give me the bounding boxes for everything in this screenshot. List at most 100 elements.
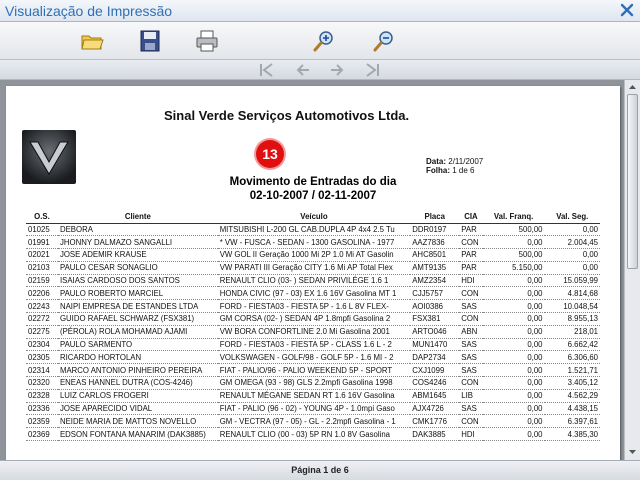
table-cell: GM OMEGA (93 - 98) GLS 2.2mpfi Gasolina …	[217, 376, 411, 390]
table-cell: PAULO ROBERTO MARCIEL	[57, 286, 218, 301]
table-cell: 02314	[26, 363, 58, 378]
open-folder-icon[interactable]	[80, 29, 104, 53]
table-cell: DDR0197	[410, 223, 460, 237]
table-cell: DAK3885	[410, 427, 460, 442]
table-cell: FSX381	[410, 312, 460, 326]
table-cell: ABN	[459, 325, 483, 339]
table-cell: CMK1776	[410, 414, 460, 429]
table-cell: 0,00	[544, 261, 600, 275]
table-cell: PAULO CESAR SONAGLIO	[57, 261, 218, 275]
preview-viewport: Sinal Verde Serviços Automotivos Ltda. 1…	[0, 80, 640, 464]
table-cell: SAS	[459, 350, 483, 365]
table-cell: 0,00	[482, 312, 545, 326]
vertical-scrollbar[interactable]	[624, 80, 640, 460]
table-cell: RENAULT CLIO (03- ) SEDAN PRIVILÉGE 1.6 …	[217, 274, 411, 288]
table-cell: 0,00	[482, 274, 545, 288]
table-cell: 500,00	[482, 223, 545, 237]
window-title: Visualização de Impressão	[5, 3, 173, 19]
table-cell: SAS	[459, 363, 483, 378]
table-cell: AAZ7836	[410, 235, 460, 250]
report-date: Data: 2/11/2007	[426, 157, 483, 166]
table-cell: 0,00	[544, 248, 600, 262]
table-cell: 01025	[26, 223, 58, 237]
table-cell: MITSUBISHI L-200 GL CAB.DUPLA 4P 4x4 2.5…	[217, 223, 411, 237]
table-row: 02304 PAULO SARMENTO FORD - FIESTA03 - FIE…	[26, 338, 600, 352]
table-cell: ENEAS HANNEL DUTRA (COS-4246)	[57, 376, 218, 390]
table-cell: 02320	[26, 376, 58, 390]
table-cell: CON	[459, 286, 483, 301]
table-cell: DEBORA	[57, 223, 218, 237]
table-cell: 2.004,45	[544, 235, 600, 250]
table-cell: CON	[459, 376, 483, 390]
next-page-icon[interactable]	[327, 61, 347, 79]
table-cell: HDI	[459, 427, 483, 442]
sheet-label: Folha:	[426, 166, 450, 175]
table-cell: 0,00	[482, 350, 545, 365]
table-cell: 0,00	[482, 286, 545, 301]
table-cell: PAR	[459, 261, 483, 275]
scroll-down-icon[interactable]	[626, 446, 639, 458]
printer-icon[interactable]	[195, 29, 219, 53]
column-header: Val. Franq.	[482, 210, 545, 224]
table-cell: AHC8501	[410, 248, 460, 262]
zoom-out-icon[interactable]	[372, 29, 396, 53]
company-name: Sinal Verde Serviços Automotivos Ltda.	[164, 108, 410, 123]
scrollbar-thumb[interactable]	[627, 94, 638, 269]
table-row: 02021 JOSE ADEMIR KRAUSE VW GOL II Geração…	[26, 248, 600, 262]
table-cell: VW BORA CONFORTLINE 2.0 Mi Gasolina 2001	[217, 325, 411, 339]
table-cell: 02272	[26, 312, 58, 326]
previous-page-icon[interactable]	[293, 61, 313, 79]
table-cell: CON	[459, 235, 483, 250]
table-cell: CON	[459, 414, 483, 429]
close-icon[interactable]	[620, 3, 634, 17]
table-cell: * VW - FUSCA - SEDAN - 1300 GASOLINA - 1…	[217, 235, 411, 250]
table-header-row: O.S. Cliente Veículo Placa CIA Val. Franq. Val…	[26, 210, 600, 224]
table-cell: 0,00	[482, 414, 545, 429]
first-page-icon[interactable]	[257, 61, 277, 79]
table-cell: 02359	[26, 414, 58, 429]
table-row: 02103 PAULO CESAR SONAGLIO VW PARATI III G…	[26, 261, 600, 275]
table-cell: HDI	[459, 274, 483, 288]
table-cell: SAS	[459, 402, 483, 416]
table-cell: PAR	[459, 223, 483, 237]
table-row: 02369 EDSON FONTANA MANARIM (DAK3885) RENA…	[26, 427, 600, 442]
column-header: Cliente	[57, 210, 218, 224]
table-cell: NEIDE MARIA DE MATTOS NOVELLO	[57, 414, 218, 429]
table-cell: 0,00	[482, 338, 545, 352]
table-cell: MUN1470	[410, 338, 460, 352]
table-cell: 0,00	[482, 376, 545, 390]
table-cell: 10.048,54	[544, 299, 600, 314]
table-cell: 4.385,30	[544, 427, 600, 442]
table-row: 02206 PAULO ROBERTO MARCIEL HONDA CIVIC (9…	[26, 286, 600, 301]
report-page: Sinal Verde Serviços Automotivos Ltda. 1…	[6, 86, 620, 464]
title-bar: Visualização de Impressão	[0, 0, 640, 22]
last-page-icon[interactable]	[362, 61, 382, 79]
table-cell: AMZ2354	[410, 274, 460, 288]
table-cell: 02243	[26, 299, 58, 314]
table-cell: 0,00	[482, 235, 545, 250]
table-row: 02272 GUIDO RAFAEL SCHWARZ (FSX381) GM COR…	[26, 312, 600, 326]
table-cell: LUIZ CARLOS FROGERI	[57, 389, 218, 403]
save-disk-icon[interactable]	[138, 29, 162, 53]
table-cell: 02336	[26, 402, 58, 416]
table-cell: 6.306,60	[544, 350, 600, 365]
table-cell: 02328	[26, 389, 58, 403]
table-cell: JOSE APARECIDO VIDAL	[57, 402, 218, 416]
table-cell: GM - VECTRA (97 - 05) - GL - 2.2mpfi Gas…	[217, 414, 411, 429]
table-cell: DAP2734	[410, 350, 460, 365]
table-cell: (PÉROLA) ROLA MOHAMAD AJAMI	[57, 325, 218, 339]
table-cell: FORD - FIESTA03 - FIESTA 5P - 1.6 L 8V F…	[217, 299, 411, 314]
table-cell: 6.397,61	[544, 414, 600, 429]
table-cell: 0,00	[482, 427, 545, 442]
zoom-in-icon[interactable]	[312, 29, 336, 53]
report-period: 02-10-2007 / 02-11-2007	[249, 190, 377, 202]
column-header: CIA	[459, 210, 483, 224]
table-cell: VW PARATI III Geração CITY 1.6 Mi AP Tot…	[217, 261, 411, 275]
table-cell: RENAULT CLIO (00 - 03) 5P RN 1.0 8V Gaso…	[217, 427, 411, 442]
table-cell: 15.059,99	[544, 274, 600, 288]
table-cell: EDSON FONTANA MANARIM (DAK3885)	[57, 427, 218, 442]
column-header: Placa	[410, 210, 460, 224]
table-row: 02159 ISAIAS CARDOSO DOS SANTOS RENAULT CL…	[26, 274, 600, 288]
table-cell: 0,00	[544, 223, 600, 237]
scroll-up-icon[interactable]	[626, 81, 639, 93]
